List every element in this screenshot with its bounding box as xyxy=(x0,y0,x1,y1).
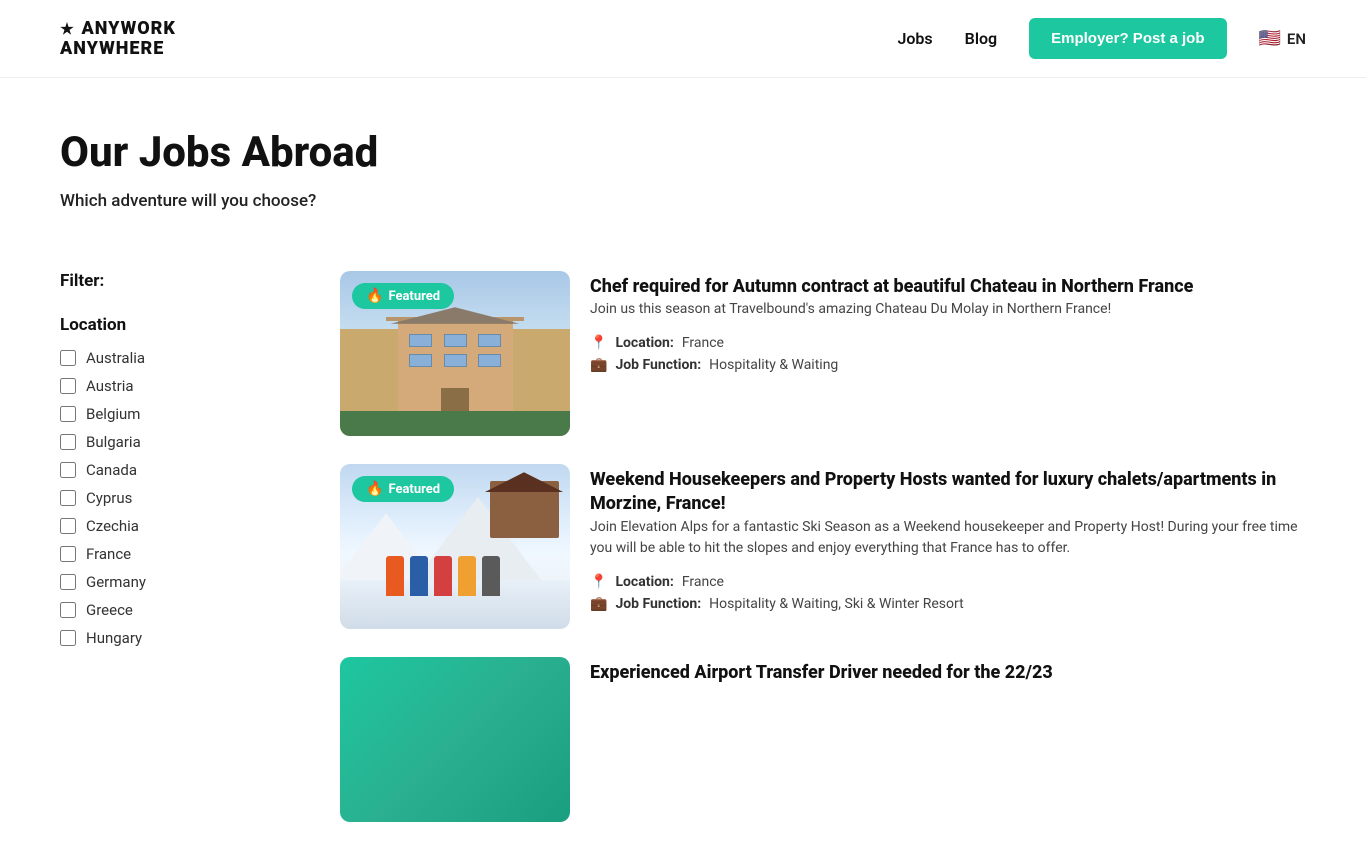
featured-badge-1: 🔥 Featured xyxy=(352,283,454,309)
filter-item-hungary[interactable]: Hungary xyxy=(60,629,280,647)
job-info-2: Weekend Housekeepers and Property Hosts … xyxy=(590,464,1306,612)
fire-icon-2: 🔥 xyxy=(366,481,383,497)
location-filter-list: Australia Austria Belgium Bulgaria Canad… xyxy=(60,349,280,647)
filter-item-germany[interactable]: Germany xyxy=(60,573,280,591)
lang-label: EN xyxy=(1287,30,1306,48)
filter-item-canada[interactable]: Canada xyxy=(60,461,280,479)
logo[interactable]: ANYWORK ANYWHERE xyxy=(60,19,176,59)
filter-checkbox-canada[interactable] xyxy=(60,462,76,478)
function-value-2: Hospitality & Waiting, Ski & Winter Reso… xyxy=(709,596,964,612)
filter-checkbox-greece[interactable] xyxy=(60,602,76,618)
job-meta-1: 📍 Location: France 💼 Job Function: Hospi… xyxy=(590,335,1306,373)
fire-icon-1: 🔥 xyxy=(366,288,383,304)
filter-label-hungary: Hungary xyxy=(86,629,142,647)
filter-item-bulgaria[interactable]: Bulgaria xyxy=(60,433,280,451)
filter-checkbox-cyprus[interactable] xyxy=(60,490,76,506)
filter-label-austria: Austria xyxy=(86,377,134,395)
language-selector[interactable]: 🇺🇸 EN xyxy=(1259,28,1307,49)
featured-label-1: Featured xyxy=(388,289,440,304)
function-label-2: Job Function: xyxy=(615,596,701,612)
location-value-2: France xyxy=(682,574,724,590)
filter-checkbox-bulgaria[interactable] xyxy=(60,434,76,450)
filter-label-belgium: Belgium xyxy=(86,405,140,423)
filter-item-czechia[interactable]: Czechia xyxy=(60,517,280,535)
location-value-1: France xyxy=(682,335,724,351)
filter-label-france: France xyxy=(86,545,131,563)
filter-item-greece[interactable]: Greece xyxy=(60,601,280,619)
filter-label: Filter: xyxy=(60,271,280,291)
main-nav: Jobs Blog Employer? Post a job 🇺🇸 EN xyxy=(897,18,1306,59)
function-icon-1: 💼 xyxy=(590,357,607,373)
hero-subtitle: Which adventure will you choose? xyxy=(60,191,1306,211)
featured-label-2: Featured xyxy=(388,482,440,497)
filter-label-cyprus: Cyprus xyxy=(86,489,132,507)
logo-line2: ANYWHERE xyxy=(60,39,176,59)
job-thumbnail-2[interactable]: 🔥 Featured xyxy=(340,464,570,629)
logo-icon xyxy=(60,22,74,36)
job-title-2[interactable]: Weekend Housekeepers and Property Hosts … xyxy=(590,469,1276,514)
location-label-2: Location: xyxy=(615,574,673,590)
location-label-1: Location: xyxy=(615,335,673,351)
job-card-2: 🔥 Featured Weekend Housekeepers and Prop… xyxy=(340,464,1306,629)
filter-checkbox-hungary[interactable] xyxy=(60,630,76,646)
job-thumbnail-1[interactable]: 🔥 Featured xyxy=(340,271,570,436)
main-content: Filter: Location Australia Austria Belgi… xyxy=(0,231,1366,862)
nav-jobs-link[interactable]: Jobs xyxy=(897,29,932,48)
filter-item-belgium[interactable]: Belgium xyxy=(60,405,280,423)
job-card-3: Experienced Airport Transfer Driver need… xyxy=(340,657,1306,822)
filter-item-australia[interactable]: Australia xyxy=(60,349,280,367)
job-meta-2: 📍 Location: France 💼 Job Function: Hospi… xyxy=(590,574,1306,612)
job-thumbnail-3[interactable] xyxy=(340,657,570,822)
hero-section: Our Jobs Abroad Which adventure will you… xyxy=(0,78,1366,231)
job-info-1: Chef required for Autumn contract at bea… xyxy=(590,271,1306,373)
job-desc-2: Join Elevation Alps for a fantastic Ski … xyxy=(590,517,1306,560)
filter-item-austria[interactable]: Austria xyxy=(60,377,280,395)
filter-label-australia: Australia xyxy=(86,349,145,367)
job-location-1: 📍 Location: France xyxy=(590,335,1306,351)
filter-checkbox-czechia[interactable] xyxy=(60,518,76,534)
featured-badge-2: 🔥 Featured xyxy=(352,476,454,502)
filter-checkbox-belgium[interactable] xyxy=(60,406,76,422)
filter-label-greece: Greece xyxy=(86,601,133,619)
function-value-1: Hospitality & Waiting xyxy=(709,357,838,373)
job-desc-1: Join us this season at Travelbound's ama… xyxy=(590,299,1306,321)
header: ANYWORK ANYWHERE Jobs Blog Employer? Pos… xyxy=(0,0,1366,78)
filter-checkbox-germany[interactable] xyxy=(60,574,76,590)
post-job-button[interactable]: Employer? Post a job xyxy=(1029,18,1226,59)
filter-label-germany: Germany xyxy=(86,573,146,591)
function-label-1: Job Function: xyxy=(615,357,701,373)
job-title-3[interactable]: Experienced Airport Transfer Driver need… xyxy=(590,662,1053,683)
nav-blog-link[interactable]: Blog xyxy=(965,29,997,48)
filter-label-czechia: Czechia xyxy=(86,517,139,535)
logo-line1: ANYWORK xyxy=(60,19,176,39)
flag-icon: 🇺🇸 xyxy=(1259,28,1281,49)
location-filter-title: Location xyxy=(60,315,280,335)
filter-item-cyprus[interactable]: Cyprus xyxy=(60,489,280,507)
job-function-2: 💼 Job Function: Hospitality & Waiting, S… xyxy=(590,596,1306,612)
job-location-2: 📍 Location: France xyxy=(590,574,1306,590)
sidebar: Filter: Location Australia Austria Belgi… xyxy=(60,271,280,647)
filter-checkbox-australia[interactable] xyxy=(60,350,76,366)
location-icon-1: 📍 xyxy=(590,335,607,351)
filter-checkbox-france[interactable] xyxy=(60,546,76,562)
filter-checkbox-austria[interactable] xyxy=(60,378,76,394)
page-title: Our Jobs Abroad xyxy=(60,128,1306,177)
filter-item-france[interactable]: France xyxy=(60,545,280,563)
location-icon-2: 📍 xyxy=(590,574,607,590)
job-title-1[interactable]: Chef required for Autumn contract at bea… xyxy=(590,276,1193,297)
filter-label-canada: Canada xyxy=(86,461,137,479)
job-info-3: Experienced Airport Transfer Driver need… xyxy=(590,657,1306,685)
function-icon-2: 💼 xyxy=(590,596,607,612)
filter-label-bulgaria: Bulgaria xyxy=(86,433,141,451)
job-card-1: 🔥 Featured Chef required for Autumn cont… xyxy=(340,271,1306,436)
job-function-1: 💼 Job Function: Hospitality & Waiting xyxy=(590,357,1306,373)
job-listings: 🔥 Featured Chef required for Autumn cont… xyxy=(340,271,1306,822)
